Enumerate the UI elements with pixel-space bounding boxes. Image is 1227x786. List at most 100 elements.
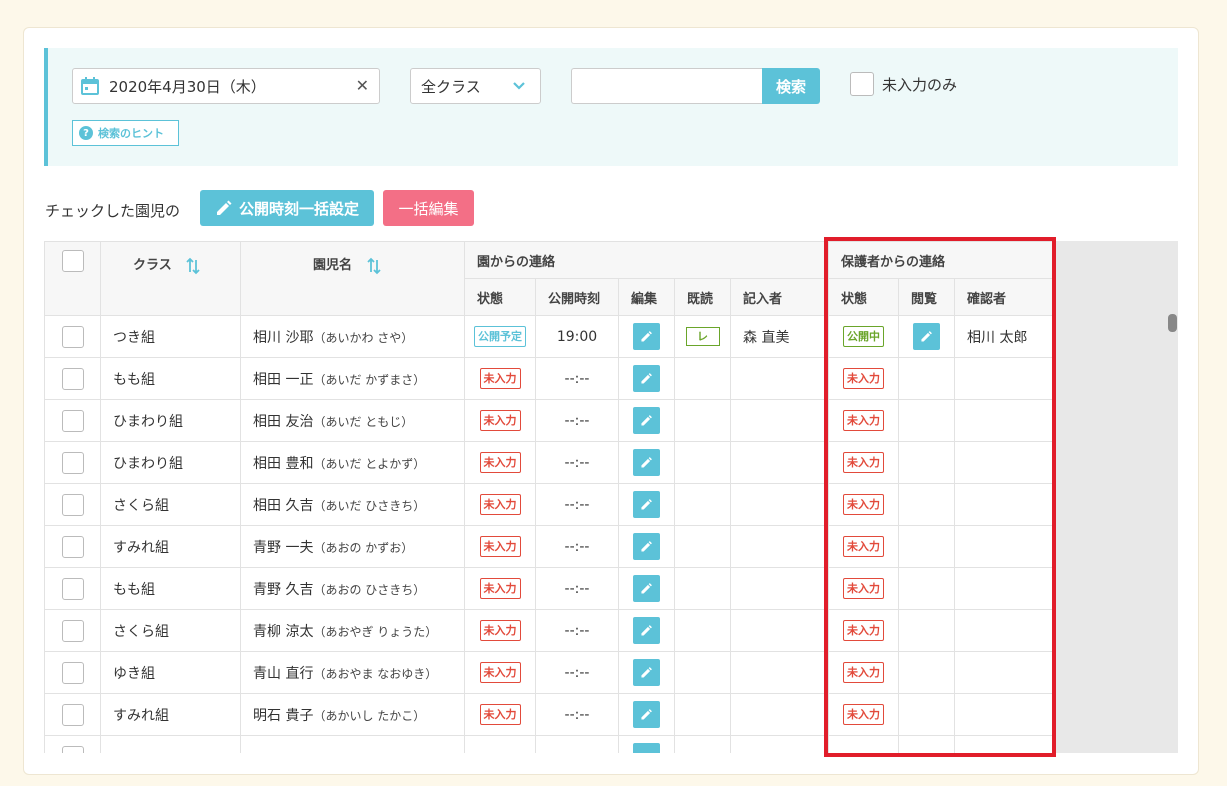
bulk-edit-button[interactable]: 一括編集 — [383, 190, 474, 226]
row-select-cell — [44, 693, 101, 736]
edit-button[interactable] — [633, 617, 660, 644]
parent-status-cell: 未入力 — [828, 609, 899, 652]
table-row: ひまわり組 相田 豊和（あいだ とよかず） 未入力 --:-- 未入力 — [44, 441, 1054, 484]
table-scroll-area — [1053, 241, 1178, 753]
sort-icon[interactable] — [186, 257, 200, 275]
edit-button[interactable] — [633, 323, 660, 350]
edit-button[interactable] — [633, 701, 660, 728]
search-hint-button[interactable]: ? 検索のヒント — [72, 120, 179, 146]
edit-cell — [618, 399, 675, 442]
pencil-icon — [640, 456, 653, 469]
class-cell: ゆき組 — [100, 651, 241, 694]
parent-status-badge: 未入力 — [843, 662, 884, 683]
search-panel — [44, 48, 1178, 166]
parent-status-badge: 未入力 — [843, 494, 884, 515]
edit-button[interactable] — [633, 407, 660, 434]
view-cell — [898, 609, 955, 652]
child-kana: （あかいし たかこ） — [313, 708, 426, 723]
view-cell — [898, 651, 955, 694]
edit-cell — [618, 483, 675, 526]
table-row: すみれ組 青野 一夫（あおの かずお） 未入力 --:-- 未入力 — [44, 525, 1054, 568]
child-name-cell: 青山 直行（あおやま なおゆき） — [240, 651, 465, 694]
search-button[interactable]: 検索 — [762, 68, 820, 104]
author-cell — [730, 483, 829, 526]
children-table-container: クラス 園児名 園からの連絡 保護者からの連絡 状態 公開時刻 編集 既読 記入… — [44, 241, 1178, 753]
child-name-header[interactable]: 園児名 — [240, 241, 465, 316]
only-empty-toggle[interactable]: 未入力のみ — [850, 72, 957, 96]
row-checkbox[interactable] — [61, 451, 84, 474]
class-cell: ひまわり組 — [100, 441, 241, 484]
pencil-icon — [640, 330, 653, 343]
row-checkbox[interactable] — [61, 661, 84, 684]
select-all-checkbox[interactable] — [61, 250, 84, 272]
pencil-icon — [216, 200, 232, 215]
status-cell: 公開予定 — [464, 315, 536, 358]
from-school-header: 園からの連絡 — [464, 241, 829, 279]
child-name-cell: 青柳 涼太（あおやぎ りょうた） — [240, 609, 465, 652]
edit-button[interactable] — [633, 491, 660, 518]
confirmer-cell — [953, 651, 1054, 694]
child-name: 青山 直行 — [253, 665, 314, 682]
edit-button[interactable] — [633, 449, 660, 476]
child-name-cell: 相田 豊和（あいだ とよかず） — [240, 441, 465, 484]
child-name: 青野 久吉 — [253, 581, 314, 598]
edit-cell — [618, 567, 675, 610]
row-select-cell — [44, 399, 101, 442]
row-checkbox[interactable] — [61, 367, 84, 390]
table-row: もも組 相田 一正（あいだ かずまさ） 未入力 --:-- 未入力 — [44, 357, 1054, 400]
child-name-cell: 明石 貴子（あかいし たかこ） — [240, 693, 465, 736]
bulk-publish-time-label: 公開時刻一括設定 — [238, 199, 359, 218]
child-name: 相田 久吉 — [253, 497, 314, 514]
calendar-icon — [81, 77, 99, 95]
row-checkbox[interactable] — [61, 703, 84, 726]
author-cell — [730, 399, 829, 442]
row-checkbox[interactable] — [61, 745, 84, 753]
child-kana: （あおの かずお） — [313, 540, 414, 555]
status-badge: 未入力 — [479, 704, 521, 725]
confirmer-cell — [953, 357, 1054, 400]
edit-cell — [618, 609, 675, 652]
row-select-cell — [44, 315, 101, 358]
status-badge: 未入力 — [479, 578, 521, 599]
edit-button[interactable] — [633, 743, 660, 753]
edit-button[interactable] — [633, 575, 660, 602]
parent-status-badge: 未入力 — [843, 410, 884, 431]
keyword-input[interactable] — [571, 68, 763, 104]
sort-icon[interactable] — [366, 257, 381, 275]
read-cell — [674, 357, 731, 400]
date-field[interactable]: 2020年4月30日（木） ✕ — [72, 68, 380, 104]
class-cell: もも組 — [100, 357, 241, 400]
row-checkbox[interactable] — [61, 577, 84, 600]
only-empty-checkbox[interactable] — [850, 72, 874, 96]
class-header[interactable]: クラス — [100, 241, 241, 316]
read-cell — [674, 567, 731, 610]
edit-button[interactable] — [633, 659, 660, 686]
read-cell — [674, 693, 731, 736]
status-badge: 未入力 — [479, 368, 521, 389]
row-checkbox[interactable] — [61, 619, 84, 642]
scrollbar-thumb[interactable] — [1168, 314, 1177, 332]
publish-time-cell: --:-- — [535, 693, 619, 736]
edit-cell — [618, 525, 675, 568]
only-empty-label: 未入力のみ — [882, 75, 958, 94]
view-button[interactable] — [913, 323, 940, 350]
row-checkbox[interactable] — [61, 409, 84, 432]
row-checkbox[interactable] — [61, 493, 84, 516]
publish-time-cell: --:-- — [535, 441, 619, 484]
edit-cell — [618, 693, 675, 736]
edit-button[interactable] — [633, 533, 660, 560]
children-table: クラス 園児名 園からの連絡 保護者からの連絡 状態 公開時刻 編集 既読 記入… — [44, 241, 1054, 753]
author-cell: 森 直美 — [730, 315, 829, 358]
parent-status-cell: 未入力 — [828, 483, 899, 526]
read-cell — [674, 483, 731, 526]
chevron-down-icon — [513, 82, 525, 90]
edit-button[interactable] — [633, 365, 660, 392]
bulk-publish-time-button[interactable]: 公開時刻一括設定 — [200, 190, 374, 226]
parent-status-cell: 未入力 — [828, 441, 899, 484]
clear-date-icon[interactable]: ✕ — [356, 76, 369, 95]
row-checkbox[interactable] — [61, 325, 84, 348]
pencil-icon — [640, 666, 653, 679]
parent-status-cell: 未入力 — [828, 357, 899, 400]
class-select[interactable]: 全クラス — [410, 68, 541, 104]
row-checkbox[interactable] — [61, 535, 84, 558]
